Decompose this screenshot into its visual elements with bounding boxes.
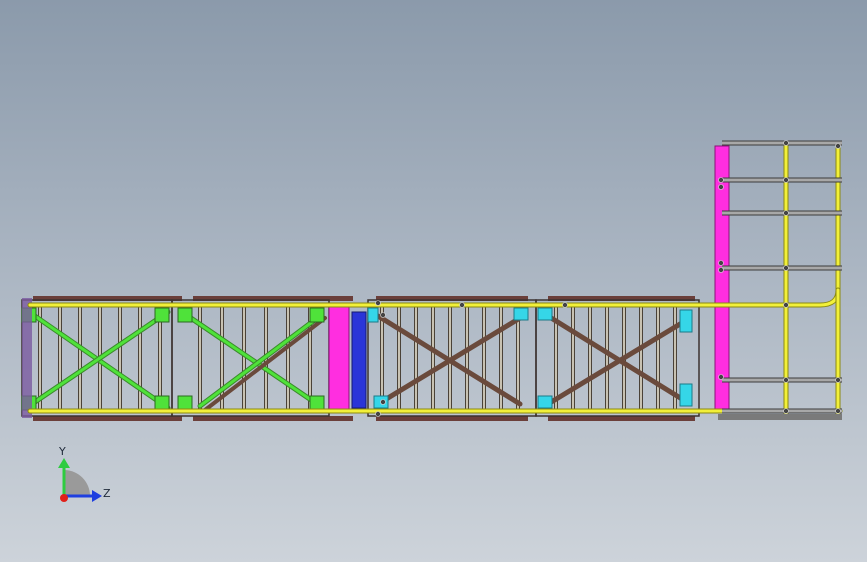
y-axis-arrowhead	[58, 458, 70, 468]
green-gusset	[177, 307, 193, 323]
cyan-gusset	[537, 395, 553, 409]
bolt	[835, 143, 841, 149]
green-gusset	[309, 395, 325, 411]
bolt	[718, 177, 724, 183]
bolt	[783, 177, 789, 183]
bolt	[562, 302, 568, 308]
truss-model-view[interactable]: Y Z	[0, 0, 867, 562]
bolt	[375, 411, 381, 417]
splice-plates	[328, 145, 730, 411]
cyan-gusset	[537, 307, 553, 321]
bolt	[835, 377, 841, 383]
green-gusset	[177, 395, 193, 411]
bolt	[718, 184, 724, 190]
landing-tubes	[718, 140, 842, 420]
bolt	[718, 260, 724, 266]
cyan-gusset	[513, 307, 529, 321]
triad-cap	[64, 470, 90, 496]
z-axis-label: Z	[103, 487, 111, 500]
bolt	[783, 408, 789, 414]
bolt	[380, 399, 386, 405]
bolt	[459, 302, 465, 308]
bolt	[718, 267, 724, 273]
bolt	[783, 302, 789, 308]
green-gusset	[154, 307, 170, 323]
magenta-splice-plate	[328, 305, 350, 411]
cad-viewport[interactable]: Y Z	[0, 0, 867, 562]
green-brace	[180, 310, 322, 408]
y-axis-label: Y	[58, 445, 66, 458]
bolt	[783, 140, 789, 146]
axis-triad: Y Z	[58, 445, 111, 502]
blue-splice-plate	[351, 311, 367, 409]
z-axis-arrowhead	[92, 490, 102, 502]
green-gusset	[309, 307, 325, 323]
cyan-gusset	[367, 307, 379, 323]
bolt	[835, 408, 841, 414]
bolt	[783, 377, 789, 383]
green-gusset	[154, 395, 170, 411]
landing-toe-board	[718, 414, 842, 420]
bolt	[375, 300, 381, 306]
bolt	[380, 312, 386, 318]
left-end-plate	[22, 298, 32, 418]
cyan-gusset	[679, 383, 693, 407]
cyan-gusset	[679, 309, 693, 333]
x-axis-dot	[60, 494, 68, 502]
bolt	[783, 210, 789, 216]
bolt	[783, 265, 789, 271]
bolt	[718, 374, 724, 380]
